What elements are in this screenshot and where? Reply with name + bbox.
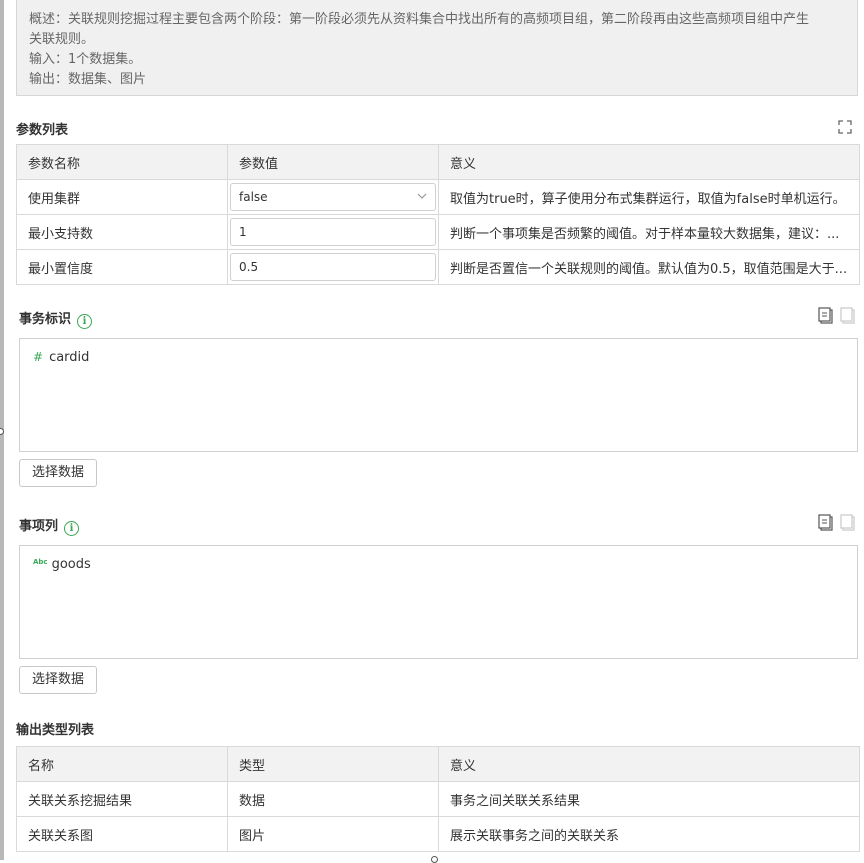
column-header: 意义: [438, 144, 860, 180]
input-value: 1: [239, 225, 247, 239]
section-label: 事务标识: [19, 312, 72, 327]
param-value-cell: 0.5: [227, 249, 439, 285]
items-field-box[interactable]: Abc goods: [19, 545, 858, 659]
param-value-cell: false: [227, 179, 439, 215]
param-meaning: 判断一个事项集是否频繁的阈值。对于样本量较大数据集，建议：...: [438, 214, 860, 250]
table-row: 关联关系图 图片 展示关联事务之间的关联关系: [16, 816, 860, 852]
column-header: 类型: [227, 746, 439, 782]
params-header-row: 参数名称 参数值 意义: [16, 144, 860, 180]
param-name: 最小支持数: [16, 214, 228, 250]
string-type-icon: Abc: [33, 558, 48, 566]
param-name: 最小置信度: [16, 249, 228, 285]
copy-icon[interactable]: [818, 307, 833, 324]
items-section-title: 事项列 i: [19, 515, 80, 536]
description-input: 输入：1个数据集。: [29, 52, 142, 67]
column-header: 意义: [438, 746, 860, 782]
field-item[interactable]: # cardid: [33, 350, 89, 365]
select-data-button[interactable]: 选择数据: [19, 459, 97, 487]
input-value: 0.5: [239, 260, 259, 274]
column-header: 参数名称: [16, 144, 228, 180]
table-row: 最小支持数 1 判断一个事项集是否频繁的阈值。对于样本量较大数据集，建议：...: [16, 214, 860, 250]
table-row: 使用集群 false 取值为true时，算子使用分布式集群运行，取值为false…: [16, 179, 860, 215]
info-circle-icon[interactable]: i: [64, 521, 80, 536]
output-type: 数据: [227, 781, 439, 817]
outputs-header-row: 名称 类型 意义: [16, 746, 860, 782]
params-section-title: 参数列表: [16, 123, 69, 138]
copy-icon[interactable]: [818, 514, 833, 531]
section-label: 事项列: [19, 519, 59, 534]
paste-icon[interactable]: [840, 514, 855, 531]
info-circle-icon[interactable]: i: [77, 314, 93, 329]
description-line: 关联规则。: [29, 32, 95, 47]
transaction-section-title: 事务标识 i: [19, 308, 93, 329]
field-item[interactable]: Abc goods: [33, 557, 91, 572]
params-table: 参数名称 参数值 意义 使用集群 false 取值为true时，算子使用分布式集…: [16, 144, 860, 285]
field-actions: [818, 307, 855, 324]
fullscreen-icon[interactable]: [838, 120, 852, 134]
table-row: 最小置信度 0.5 判断是否置信一个关联规则的阈值。默认值为0.5，取值范围是大…: [16, 249, 860, 285]
use-cluster-select[interactable]: false: [230, 183, 436, 211]
select-value: false: [239, 190, 268, 204]
output-meaning: 事务之间关联关系结果: [438, 781, 860, 817]
description-line: 概述：关联规则挖掘过程主要包含两个阶段：第一阶段必须先从资料集合中找出所有的高频…: [29, 12, 810, 27]
outputs-section-title: 输出类型列表: [16, 723, 95, 738]
paste-icon[interactable]: [840, 307, 855, 324]
description-output: 输出：数据集、图片: [29, 72, 147, 87]
column-header: 名称: [16, 746, 228, 782]
field-name: cardid: [49, 350, 90, 365]
column-header: 参数值: [227, 144, 439, 180]
table-row: 关联关系挖掘结果 数据 事务之间关联关系结果: [16, 781, 860, 817]
numeric-type-icon: #: [33, 350, 44, 364]
output-name: 关联关系图: [16, 816, 228, 852]
output-name: 关联关系挖掘结果: [16, 781, 228, 817]
param-meaning: 取值为true时，算子使用分布式集群运行，取值为false时单机运行。: [438, 179, 860, 215]
field-name: goods: [51, 557, 91, 572]
operator-description: 概述：关联规则挖掘过程主要包含两个阶段：第一阶段必须先从资料集合中找出所有的高频…: [16, 0, 858, 96]
chevron-down-icon: [417, 193, 427, 199]
transaction-field-box[interactable]: # cardid: [19, 338, 858, 452]
param-meaning: 判断是否置信一个关联规则的阈值。默认值为0.5，取值范围是大于...: [438, 249, 860, 285]
select-data-button[interactable]: 选择数据: [19, 666, 97, 694]
outputs-table: 名称 类型 意义 关联关系挖掘结果 数据 事务之间关联关系结果 关联关系图 图片…: [16, 746, 860, 852]
param-name: 使用集群: [16, 179, 228, 215]
field-actions: [818, 514, 855, 531]
output-type: 图片: [227, 816, 439, 852]
min-support-input[interactable]: 1: [230, 218, 436, 246]
output-meaning: 展示关联事务之间的关联关系: [438, 816, 860, 852]
min-confidence-input[interactable]: 0.5: [230, 253, 436, 281]
param-value-cell: 1: [227, 214, 439, 250]
